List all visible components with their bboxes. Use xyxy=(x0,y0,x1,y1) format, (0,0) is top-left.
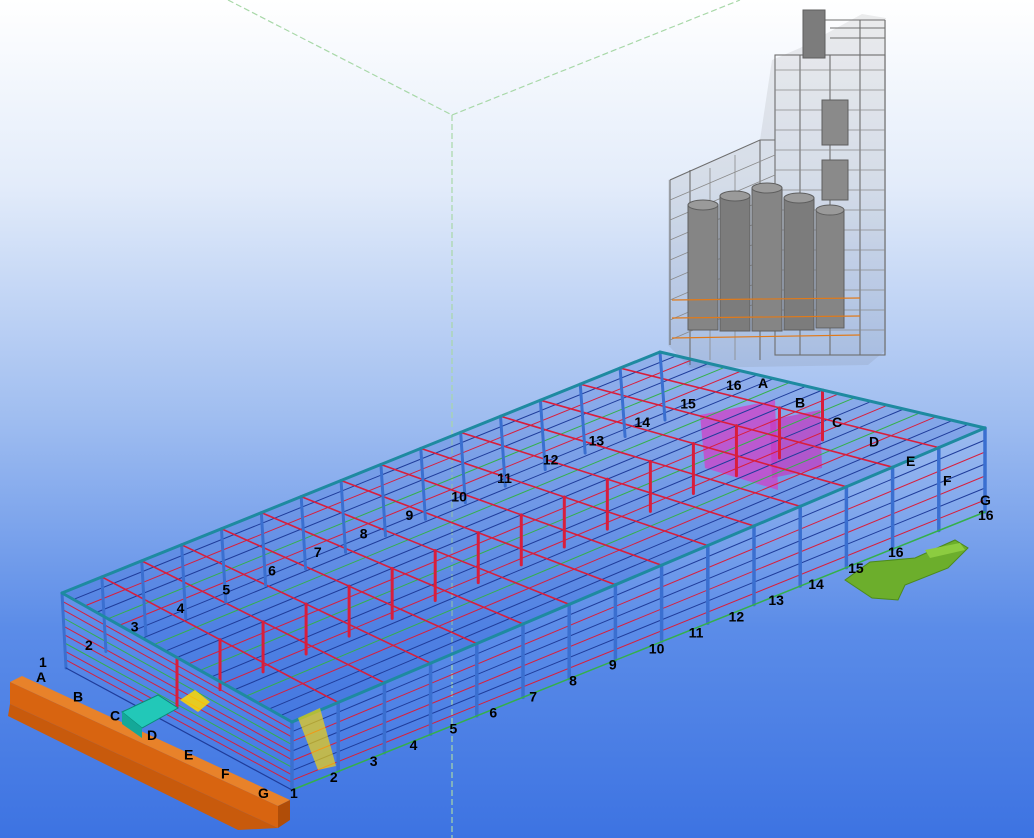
grid-number-front: 2 xyxy=(330,769,338,785)
grid-number-roof: 9 xyxy=(406,507,414,523)
steel-building-model[interactable]: ABCDEFG112345678910111213141516234567891… xyxy=(0,0,1034,838)
grid-number-front: 14 xyxy=(808,576,824,592)
grid-number-roof: 11 xyxy=(497,470,512,486)
grid-number-roof: 4 xyxy=(177,600,185,616)
grid-number-front: 1 xyxy=(290,785,298,801)
grid-number-front: 7 xyxy=(529,689,537,705)
grid-number-left-end: 1 xyxy=(39,654,47,670)
grid-number-right-end: 16 xyxy=(978,507,994,523)
grid-number-front: 5 xyxy=(449,721,457,737)
grid-number-front: 4 xyxy=(410,737,418,753)
grid-letter-back: F xyxy=(943,473,952,489)
silo-tower[interactable] xyxy=(668,9,886,368)
grid-letter-back: E xyxy=(906,453,915,469)
grid-letter-front: B xyxy=(73,688,83,704)
grid-letter-front: A xyxy=(36,669,46,685)
grid-number-roof: 8 xyxy=(360,526,368,542)
3d-model-viewport[interactable]: A B C D E F G 1 1 2 3 4 5 6 7 8 9 10 11 12 13 14 15 16 2 3 4 5 6 7 8 9 1… xyxy=(0,0,1034,838)
grid-letter-back: A xyxy=(758,375,768,391)
grid-letter-back: B xyxy=(795,395,805,411)
grid-number-roof: 15 xyxy=(680,396,696,412)
grid-number-roof: 10 xyxy=(451,488,467,504)
grid-number-roof: 7 xyxy=(314,544,322,560)
grid-letter-front: C xyxy=(110,708,120,724)
grid-number-front: 12 xyxy=(729,608,745,624)
grid-number-roof: 3 xyxy=(131,618,139,634)
grid-letter-front: G xyxy=(258,785,269,801)
grid-number-front: 15 xyxy=(848,560,864,576)
grid-number-front: 8 xyxy=(569,673,577,689)
grid-number-roof: 5 xyxy=(222,581,230,597)
grid-number-roof: 2 xyxy=(85,637,93,653)
grid-number-roof: 12 xyxy=(543,451,559,467)
grid-number-roof: 6 xyxy=(268,563,276,579)
back-column xyxy=(60,591,68,670)
grid-letter-back: D xyxy=(869,434,879,450)
grid-letter-front: D xyxy=(147,727,157,743)
grid-number-front: 6 xyxy=(489,705,497,721)
grid-letter-front: E xyxy=(184,746,193,762)
grid-letter-front: F xyxy=(221,766,230,782)
grid-number-front: 9 xyxy=(609,656,617,672)
grid-number-front: 10 xyxy=(649,640,665,656)
grid-number-roof: 14 xyxy=(634,414,650,430)
grid-number-front: 16 xyxy=(888,544,904,560)
grid-number-roof: 16 xyxy=(726,377,742,393)
grid-number-roof: 13 xyxy=(589,433,605,449)
grid-number-front: 3 xyxy=(370,753,378,769)
grid-letter-back: C xyxy=(832,414,842,430)
grid-letter-back: G xyxy=(980,492,991,508)
grid-number-front: 13 xyxy=(768,592,784,608)
grid-number-front: 11 xyxy=(689,624,704,640)
